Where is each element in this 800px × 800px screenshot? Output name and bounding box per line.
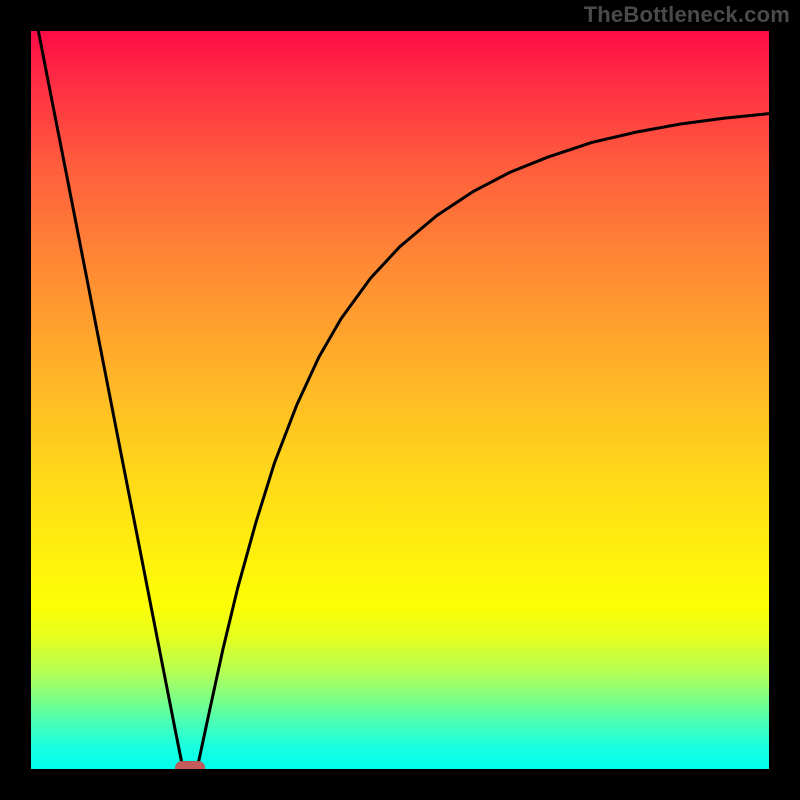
- plot-area: [31, 31, 769, 769]
- watermark-text: TheBottleneck.com: [584, 2, 790, 28]
- curve-svg: [31, 31, 769, 769]
- bottleneck-curve: [38, 31, 769, 769]
- optimal-marker: [175, 761, 205, 769]
- chart-frame: TheBottleneck.com: [0, 0, 800, 800]
